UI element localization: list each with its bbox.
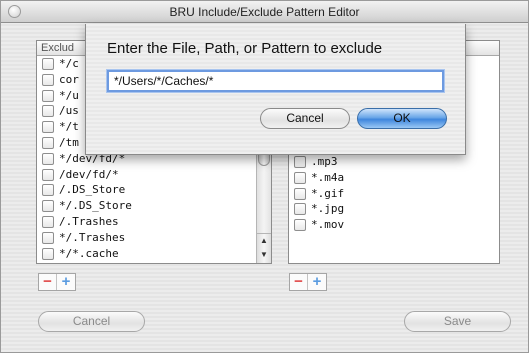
exclude-add-remove: − +	[38, 273, 76, 291]
pattern-sheet: Enter the File, Path, or Pattern to excl…	[85, 24, 466, 155]
include-row[interactable]: *.mov	[289, 217, 499, 233]
add-include-button[interactable]: +	[308, 274, 326, 290]
scroll-up-icon[interactable]: ▲	[260, 236, 268, 245]
exclude-label: */.DS_Store	[59, 199, 132, 213]
exclude-label: /tm	[59, 135, 79, 149]
exclude-checkbox[interactable]	[42, 152, 54, 165]
remove-exclude-button[interactable]: −	[39, 274, 57, 290]
include-label: *.jpg	[311, 202, 345, 216]
add-exclude-button[interactable]: +	[57, 274, 75, 290]
sheet-prompt: Enter the File, Path, or Pattern to excl…	[107, 40, 383, 57]
exclude-label: cor	[59, 72, 79, 86]
exclude-row[interactable]: /.Trashes	[37, 214, 271, 230]
exclude-row[interactable]: /dev/fd/*	[37, 167, 271, 183]
include-row[interactable]: .mp3	[289, 154, 499, 170]
exclude-checkbox[interactable]	[42, 105, 54, 118]
exclude-label: /.Trashes	[59, 214, 119, 228]
include-row[interactable]: *.jpg	[289, 201, 499, 217]
exclude-checkbox[interactable]	[42, 58, 54, 70]
exclude-checkbox[interactable]	[42, 121, 54, 134]
pattern-input[interactable]: */Users/*/Caches/*	[107, 70, 444, 92]
exclude-label: */.Trashes	[59, 230, 126, 244]
exclude-checkbox[interactable]	[42, 136, 54, 149]
include-label: *.m4a	[311, 170, 345, 184]
title-bar: BRU Include/Exclude Pattern Editor	[1, 1, 528, 23]
exclude-label: /us	[59, 104, 79, 118]
exclude-checkbox[interactable]	[42, 73, 54, 86]
exclude-label: /.DS_Store	[59, 183, 126, 197]
include-row[interactable]: *.m4a	[289, 170, 499, 186]
exclude-checkbox[interactable]	[42, 200, 54, 213]
remove-include-button[interactable]: −	[290, 274, 308, 290]
sheet-cancel-button[interactable]: Cancel	[260, 108, 350, 129]
include-row[interactable]: *.gif	[289, 186, 499, 202]
include-checkbox[interactable]	[294, 203, 306, 216]
exclude-label: /dev/fd/*	[59, 167, 119, 181]
include-checkbox[interactable]	[294, 187, 306, 200]
exclude-checkbox[interactable]	[42, 89, 54, 102]
include-rows: .mp3 *.m4a *.gif *.jpg *.mov	[289, 154, 499, 263]
exclude-checkbox[interactable]	[42, 184, 54, 197]
include-checkbox[interactable]	[294, 171, 306, 184]
include-checkbox[interactable]	[294, 219, 306, 232]
exclude-row[interactable]: */.Trashes	[37, 230, 271, 246]
exclude-checkbox[interactable]	[42, 231, 54, 244]
exclude-label: */*.cache	[59, 246, 119, 260]
include-add-remove: − +	[289, 273, 327, 291]
scroll-down-icon[interactable]: ▼	[260, 250, 268, 259]
include-label: .mp3	[311, 155, 338, 168]
exclude-checkbox[interactable]	[42, 168, 54, 181]
exclude-row[interactable]: */.DS_Store	[37, 198, 271, 214]
include-label: *.gif	[311, 186, 345, 200]
window-title: BRU Include/Exclude Pattern Editor	[169, 5, 360, 19]
exclude-checkbox[interactable]	[42, 247, 54, 260]
exclude-label: */t	[59, 120, 79, 134]
include-checkbox[interactable]	[294, 156, 306, 168]
exclude-row[interactable]: */*.cache	[37, 246, 271, 262]
exclude-label: */c	[59, 57, 79, 70]
cancel-button[interactable]: Cancel	[38, 311, 145, 332]
exclude-checkbox[interactable]	[42, 215, 54, 228]
exclude-label: */u	[59, 88, 79, 102]
include-label: *.mov	[311, 218, 345, 232]
save-button[interactable]: Save	[404, 311, 511, 332]
sheet-ok-button[interactable]: OK	[357, 108, 447, 129]
main-window: BRU Include/Exclude Pattern Editor Exclu…	[0, 0, 529, 353]
exclude-row[interactable]: /.DS_Store	[37, 182, 271, 198]
scroll-arrows: ▲ ▼	[257, 233, 271, 263]
